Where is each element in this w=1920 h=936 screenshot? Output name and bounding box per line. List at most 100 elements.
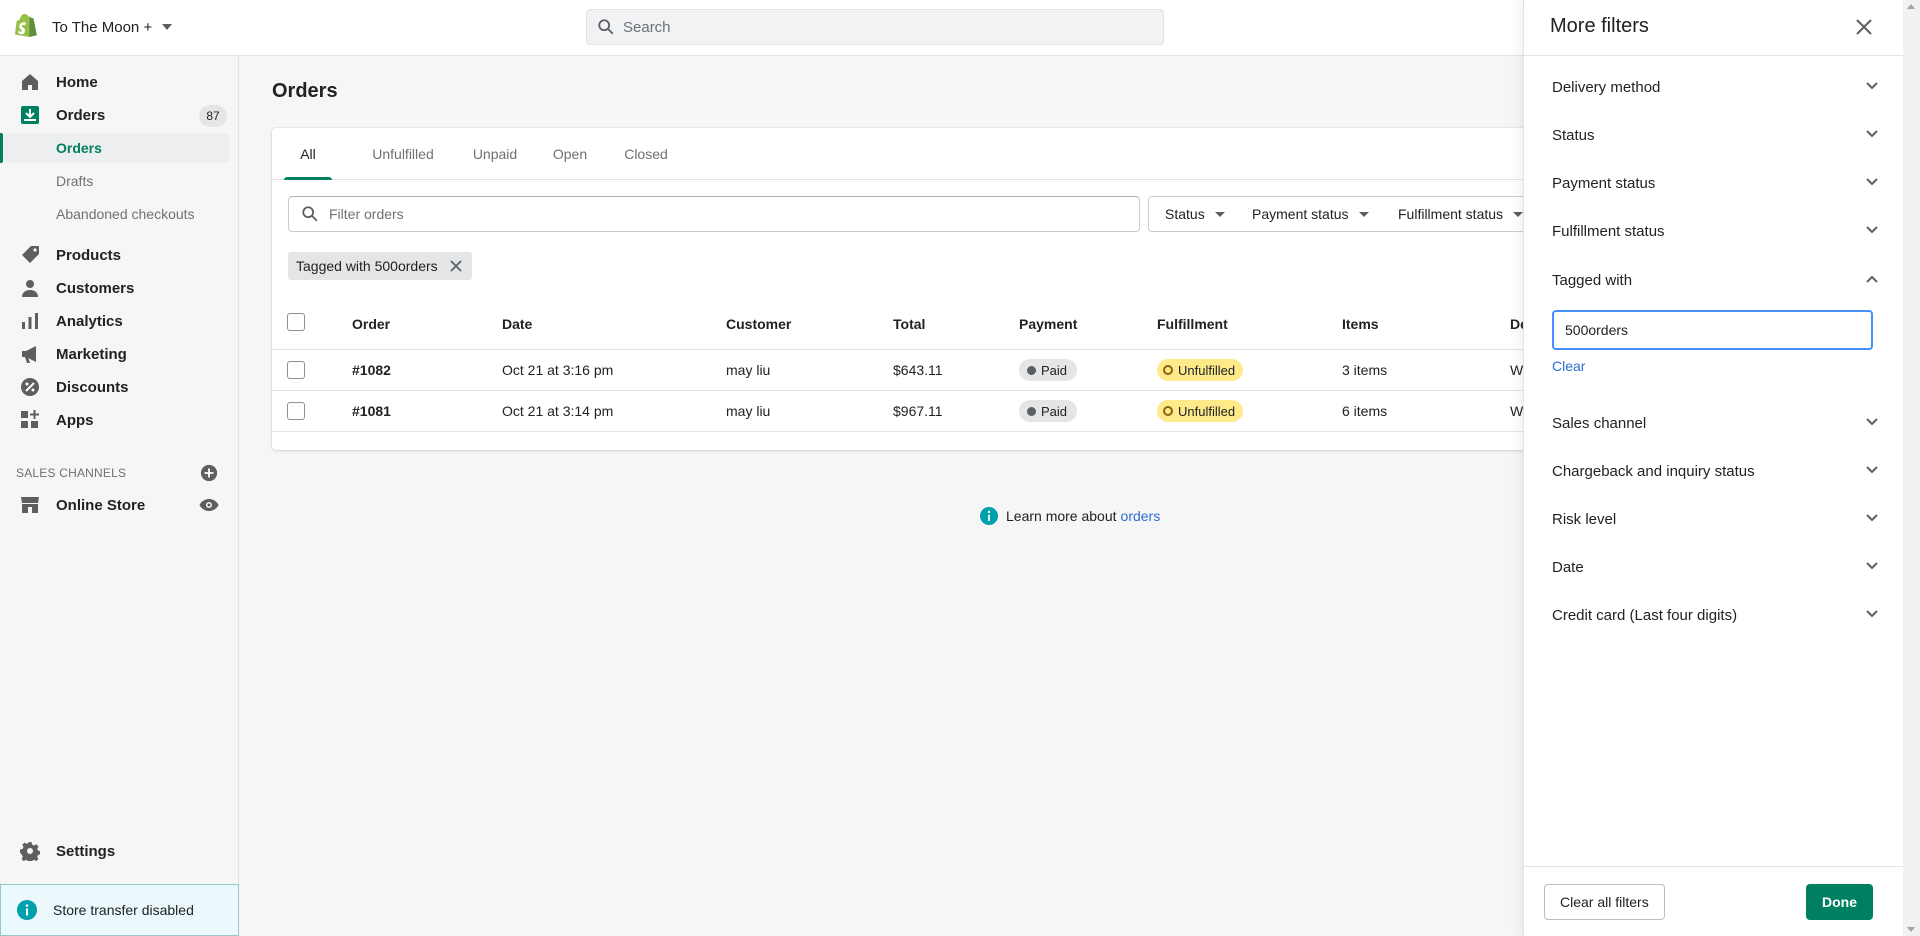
bar-chart-icon	[22, 313, 38, 329]
sidebar-item-label: Customers	[56, 279, 135, 297]
row-checkbox[interactable]	[287, 402, 305, 420]
filter-sales-channel[interactable]: Sales channel	[1552, 408, 1879, 438]
filter-tagged-with[interactable]: Tagged with	[1552, 265, 1879, 295]
filter-payment-status[interactable]: Payment status	[1552, 168, 1879, 198]
store-transfer-banner[interactable]: Store transfer disabled	[0, 884, 239, 936]
filter-label: Fulfillment status	[1552, 222, 1665, 240]
fulfillment-status-badge: Unfulfilled	[1157, 400, 1244, 422]
table-row[interactable]: #1081 Oct 21 at 3:14 pm may liu $967.11 …	[272, 391, 1612, 432]
close-icon[interactable]	[448, 258, 464, 274]
learn-more-orders-link[interactable]: orders	[1121, 508, 1161, 524]
tag-icon	[22, 246, 39, 263]
sidebar-item-settings[interactable]: Settings	[0, 835, 239, 867]
tab-open[interactable]: Open	[538, 128, 602, 180]
filter-delivery-method[interactable]: Delivery method	[1552, 72, 1879, 102]
chevron-down-icon	[1866, 418, 1878, 426]
sidebar-subitem-orders[interactable]: Orders	[0, 133, 230, 163]
add-circle-icon[interactable]	[200, 464, 218, 482]
sales-channels-heading: SALES CHANNELS	[16, 466, 127, 480]
panel-title: More filters	[1550, 15, 1649, 37]
column-header-date: Date	[502, 316, 533, 332]
filter-label: Payment status	[1552, 174, 1656, 192]
sidebar-item-apps[interactable]: Apps	[0, 404, 239, 436]
filter-date[interactable]: Date	[1552, 552, 1879, 582]
sidebar-item-label: Products	[56, 246, 122, 264]
chevron-down-icon	[1866, 130, 1878, 138]
scrollbar[interactable]	[1903, 0, 1920, 936]
filter-fulfillment-status[interactable]: Fulfillment status	[1552, 216, 1879, 246]
fulfillment-status-filter-button[interactable]: Fulfillment status	[1382, 196, 1539, 232]
filter-orders-input[interactable]: Filter orders	[288, 196, 1140, 232]
order-tabs: All Unfulfilled Unpaid Open Closed	[272, 128, 1612, 180]
sidebar-item-label: Settings	[56, 842, 116, 860]
orders-card: All Unfulfilled Unpaid Open Closed Filte…	[272, 128, 1612, 450]
filter-label: Tagged with	[1552, 271, 1633, 289]
row-checkbox[interactable]	[287, 361, 305, 379]
filter-orders-placeholder: Filter orders	[329, 206, 404, 222]
store-transfer-text: Store transfer disabled	[53, 902, 194, 918]
status-filter-label: Status	[1165, 206, 1205, 222]
sidebar-item-products[interactable]: Products	[0, 239, 239, 271]
clear-tag-link[interactable]: Clear	[1552, 358, 1585, 374]
close-icon[interactable]	[1855, 18, 1873, 36]
order-number[interactable]: #1082	[352, 350, 391, 391]
select-all-checkbox[interactable]	[287, 313, 305, 331]
tab-closed[interactable]: Closed	[608, 128, 684, 180]
chevron-down-icon	[162, 24, 173, 30]
clear-all-filters-button[interactable]: Clear all filters	[1544, 884, 1665, 920]
sidebar-item-customers[interactable]: Customers	[0, 272, 239, 304]
learn-more: Learn more about orders	[980, 506, 1160, 526]
order-number[interactable]: #1081	[352, 391, 391, 432]
sidebar-subitem-abandoned-checkouts[interactable]: Abandoned checkouts	[0, 199, 239, 229]
column-header-total: Total	[893, 316, 926, 332]
store-switcher[interactable]: To The Moon +	[14, 12, 173, 42]
filter-credit-card[interactable]: Credit card (Last four digits)	[1552, 600, 1879, 630]
filter-chargeback-inquiry-status[interactable]: Chargeback and inquiry status	[1552, 456, 1879, 486]
order-delivery: W	[1510, 362, 1524, 378]
scroll-down-arrow-icon[interactable]	[1907, 927, 1915, 932]
sidebar-item-label: Home	[56, 73, 98, 91]
sidebar-item-label: Analytics	[56, 312, 123, 330]
sidebar-subitem-label: Orders	[56, 140, 102, 156]
done-button[interactable]: Done	[1806, 884, 1873, 920]
store-name: To The Moon +	[52, 18, 153, 36]
caret-down-icon	[1358, 211, 1369, 217]
tab-unpaid[interactable]: Unpaid	[458, 128, 532, 180]
fulfillment-status-badge: Unfulfilled	[1157, 359, 1244, 381]
sidebar-item-orders[interactable]: Orders 87	[0, 99, 239, 131]
sidebar: Home Orders 87 Orders Drafts Abandoned c…	[0, 56, 239, 936]
tagged-with-input[interactable]	[1552, 310, 1873, 350]
eye-icon[interactable]	[199, 498, 219, 512]
global-search-input[interactable]: Search	[586, 9, 1164, 45]
search-icon	[302, 206, 318, 222]
discount-icon	[21, 378, 39, 396]
scroll-up-arrow-icon[interactable]	[1907, 4, 1915, 9]
filter-label: Sales channel	[1552, 414, 1647, 432]
table-row[interactable]: #1082 Oct 21 at 3:16 pm may liu $643.11 …	[272, 350, 1612, 391]
filter-label: Date	[1552, 558, 1584, 576]
search-placeholder: Search	[623, 18, 671, 36]
sidebar-subitem-drafts[interactable]: Drafts	[0, 166, 239, 196]
chevron-up-icon	[1866, 275, 1878, 283]
payment-status-filter-button[interactable]: Payment status	[1236, 196, 1384, 232]
sidebar-item-label: Online Store	[56, 496, 146, 514]
sidebar-item-analytics[interactable]: Analytics	[0, 305, 239, 337]
filter-risk-level[interactable]: Risk level	[1552, 504, 1879, 534]
sidebar-item-home[interactable]: Home	[0, 66, 239, 98]
tab-unfulfilled[interactable]: Unfulfilled	[354, 128, 452, 180]
filter-label: Delivery method	[1552, 78, 1661, 96]
tab-all[interactable]: All	[284, 128, 332, 180]
sidebar-item-marketing[interactable]: Marketing	[0, 338, 239, 370]
orders-count-badge: 87	[199, 105, 227, 127]
info-icon	[980, 507, 998, 525]
sidebar-item-label: Marketing	[56, 345, 127, 363]
filter-status[interactable]: Status	[1552, 120, 1879, 150]
sidebar-item-discounts[interactable]: Discounts	[0, 371, 239, 403]
status-filter-button[interactable]: Status	[1148, 196, 1240, 232]
order-items: 3 items	[1342, 362, 1388, 378]
chevron-down-icon	[1866, 562, 1878, 570]
payment-status-filter-label: Payment status	[1252, 206, 1349, 222]
megaphone-icon	[22, 346, 36, 363]
info-icon	[17, 900, 37, 920]
fulfillment-status-text: Unfulfilled	[1178, 403, 1236, 419]
